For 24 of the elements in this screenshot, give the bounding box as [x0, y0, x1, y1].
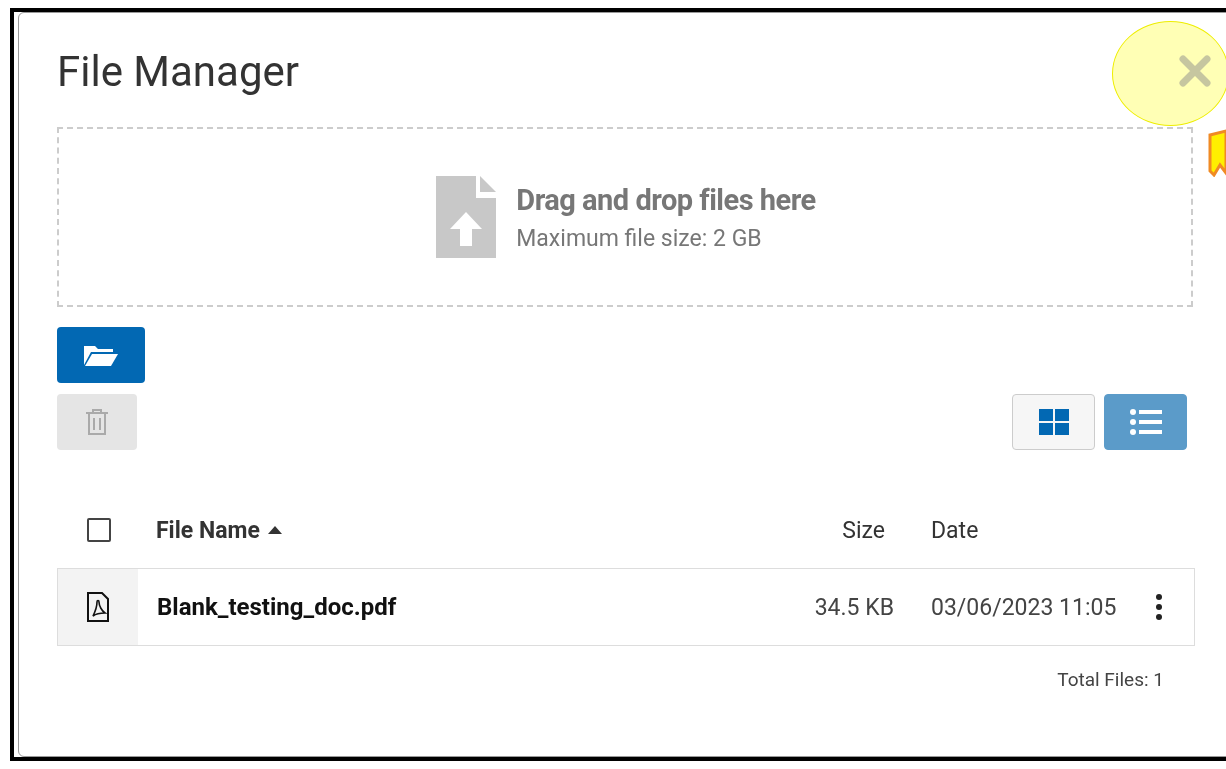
drop-heading: Drag and drop files here: [516, 182, 816, 217]
file-name: Blank_testing_doc.pdf: [156, 593, 398, 621]
pdf-file-icon: [86, 592, 110, 622]
file-upload-icon: [434, 174, 499, 260]
file-size: 34.5 KB: [813, 593, 894, 621]
column-header[interactable]: File Name: [156, 516, 260, 544]
file-row[interactable]: Blank_testing_doc.pdf 34.5 KB 03/06/2023 11:05: [57, 568, 1195, 646]
column-header[interactable]: Size: [795, 516, 885, 544]
total-files-count: Total Files: 1: [1056, 668, 1164, 691]
drop-zone[interactable]: Drag and drop files here Maximum file size: 2 GB: [57, 127, 1193, 307]
folder-icon: [83, 343, 119, 367]
file-date: 03/06/2023 11:05: [930, 593, 1118, 621]
select-all-checkbox[interactable]: [87, 518, 111, 542]
file-size-hint: Maximum file size: 2 GB: [516, 224, 763, 252]
list-view-button[interactable]: [1104, 394, 1187, 450]
column-header[interactable]: Date: [885, 516, 1193, 544]
list-icon: [1129, 409, 1162, 435]
grid-icon: [1038, 409, 1069, 435]
open-folder-button[interactable]: [57, 327, 145, 383]
grid-view-button[interactable]: [1012, 394, 1095, 450]
close-icon: [1178, 54, 1212, 88]
dialog-title: File Manager: [57, 46, 299, 96]
bookmark-icon: [1208, 127, 1226, 177]
trash-icon: [85, 408, 109, 436]
